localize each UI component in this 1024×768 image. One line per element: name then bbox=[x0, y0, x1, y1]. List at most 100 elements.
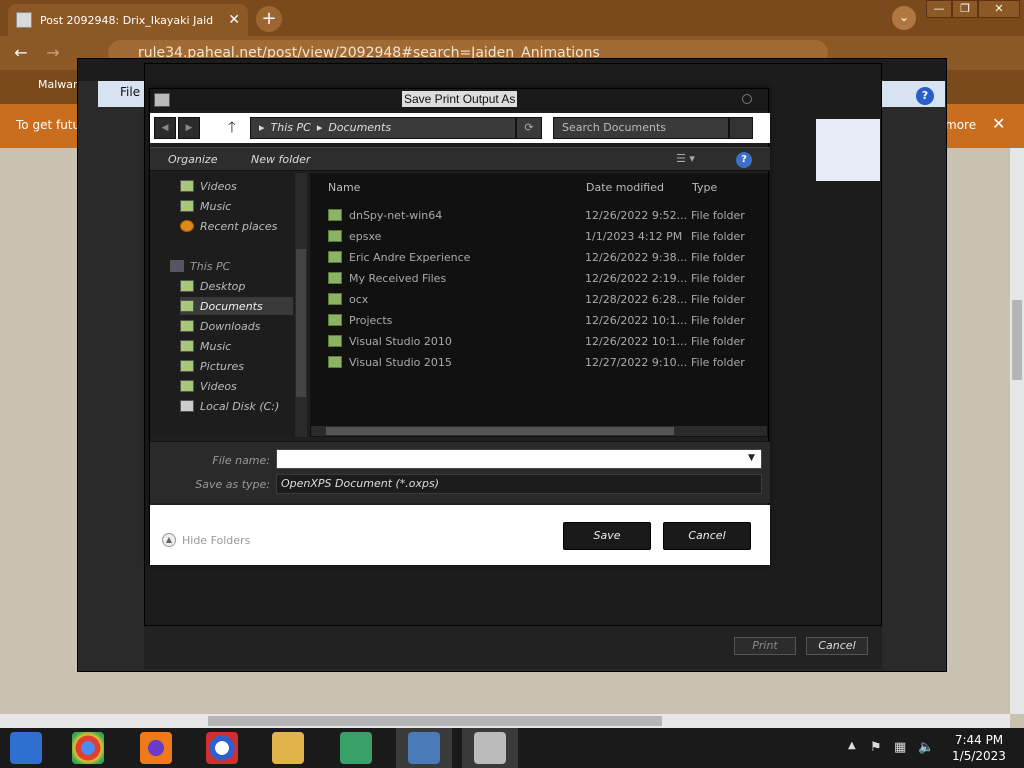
info-close-icon[interactable]: ✕ bbox=[992, 114, 1005, 133]
chevron-up-icon: ▲ bbox=[162, 533, 176, 547]
up-folder-icon[interactable]: 🡑 bbox=[228, 117, 236, 142]
save-dialog: Save Print Output As ◀ ▶ 🡑 ▸ This PC ▸ Docu… bbox=[149, 88, 770, 565]
page-vertical-scrollbar[interactable] bbox=[1010, 148, 1024, 714]
network-icon[interactable]: ▦ bbox=[894, 740, 906, 755]
file-type: File folder bbox=[691, 229, 745, 243]
file-name-input[interactable] bbox=[276, 449, 762, 469]
file-row[interactable]: dnSpy-net-win64 12/26/2022 9:52... File fo… bbox=[326, 205, 762, 225]
save-button[interactable]: Save bbox=[563, 522, 651, 550]
nav-item-documents[interactable]: Documents bbox=[180, 297, 293, 315]
system-clock[interactable]: 7:44 PM 1/5/2023 bbox=[944, 732, 1014, 764]
file-name: ocx bbox=[349, 292, 369, 306]
view-options-icon[interactable]: ☰ ▾ bbox=[676, 152, 695, 165]
nav-item-label: Videos bbox=[200, 379, 237, 393]
nav-item-downloads[interactable]: Downloads bbox=[180, 317, 260, 335]
file-row[interactable]: Eric Andre Experience 12/26/2022 9:38... F… bbox=[326, 247, 762, 267]
back-icon[interactable]: ◀ bbox=[154, 117, 176, 139]
file-row[interactable]: epsxe 1/1/2023 4:12 PM File folder bbox=[326, 226, 762, 246]
bookmark-item[interactable]: Malwar bbox=[38, 78, 78, 91]
chrome-icon[interactable] bbox=[72, 732, 104, 764]
nav-item-pictures[interactable]: Pictures bbox=[180, 357, 244, 375]
nav-item-label: This PC bbox=[190, 259, 231, 273]
browser-tab[interactable]: Post 2092948: Drix_Ikayaki Jaid ✕ bbox=[8, 4, 248, 36]
tray-expand-icon[interactable]: ▲ bbox=[848, 740, 856, 751]
file-list-scroll-thumb[interactable] bbox=[326, 427, 674, 435]
nav-item-label: Downloads bbox=[200, 319, 261, 333]
desktop-icon bbox=[180, 280, 194, 292]
dialog-close-icon[interactable] bbox=[742, 94, 752, 104]
nav-item-videos[interactable]: Videos bbox=[180, 377, 237, 395]
nav-item-music[interactable]: Music bbox=[180, 197, 231, 215]
help-icon[interactable]: ? bbox=[736, 152, 752, 168]
image-viewer-icon[interactable] bbox=[408, 732, 440, 764]
nav-item-recent-places[interactable]: Recent places bbox=[180, 217, 277, 235]
help-icon[interactable]: ? bbox=[916, 87, 934, 105]
flag-icon[interactable]: ⚑ bbox=[870, 740, 882, 755]
tab-close-icon[interactable]: ✕ bbox=[228, 12, 240, 28]
column-header-name[interactable]: Name bbox=[328, 181, 360, 194]
search-input[interactable]: Search Documents bbox=[553, 117, 729, 139]
printer-icon[interactable] bbox=[474, 732, 506, 764]
save-type-select[interactable]: OpenXPS Document (*.oxps) bbox=[276, 474, 762, 494]
tab-search-button[interactable]: ⌄ bbox=[892, 6, 916, 30]
music-icon bbox=[180, 340, 194, 352]
disk-icon bbox=[180, 400, 194, 412]
cancel-button[interactable]: Cancel bbox=[663, 522, 751, 550]
refresh-icon[interactable]: ⟳ bbox=[516, 117, 542, 139]
file-name: Eric Andre Experience bbox=[349, 250, 471, 264]
documents-icon bbox=[180, 300, 194, 312]
nav-item-music[interactable]: Music bbox=[180, 337, 231, 355]
chevron-down-icon[interactable]: ▼ bbox=[748, 453, 755, 463]
file-name: dnSpy-net-win64 bbox=[349, 208, 443, 222]
file-row[interactable]: ocx 12/28/2022 6:28... File folder bbox=[326, 289, 762, 309]
file-row[interactable]: Projects 12/26/2022 10:1... File folder bbox=[326, 310, 762, 330]
window-minimize-button[interactable]: — bbox=[926, 0, 952, 18]
file-row[interactable]: Visual Studio 2015 12/27/2022 9:10... File… bbox=[326, 352, 762, 372]
volume-icon[interactable]: 🔈 bbox=[918, 740, 934, 755]
dialog-title: Save Print Output As bbox=[402, 91, 518, 107]
firefox-icon[interactable] bbox=[140, 732, 172, 764]
column-header-date[interactable]: Date modified bbox=[586, 181, 664, 194]
info-more-link[interactable]: more bbox=[945, 118, 976, 132]
breadcrumb-item[interactable]: Documents bbox=[328, 121, 391, 134]
window-maximize-button[interactable]: ❐ bbox=[952, 0, 978, 18]
computer-icon bbox=[170, 260, 184, 272]
breadcrumb-item[interactable]: This PC bbox=[271, 121, 311, 134]
hide-folders-button[interactable]: ▲ Hide Folders bbox=[162, 533, 250, 547]
network-users-icon[interactable] bbox=[340, 732, 372, 764]
folder-icon bbox=[180, 200, 194, 212]
page-vertical-scroll-thumb[interactable] bbox=[1012, 300, 1022, 380]
forward-icon[interactable]: ▶ bbox=[178, 117, 200, 139]
folder-icon bbox=[328, 293, 342, 305]
window-close-button[interactable]: ✕ bbox=[978, 0, 1020, 18]
column-header-type[interactable]: Type bbox=[692, 181, 717, 194]
file-menu[interactable]: File bbox=[120, 85, 140, 99]
new-folder-button[interactable]: New folder bbox=[251, 153, 310, 166]
back-arrow-icon[interactable]: ← bbox=[10, 42, 32, 64]
address-row: ◀ ▶ 🡑 ▸ This PC ▸ Documents ⟳ Search Docume… bbox=[150, 113, 770, 143]
new-tab-button[interactable]: + bbox=[256, 6, 282, 32]
obama-logo-icon[interactable] bbox=[206, 732, 238, 764]
nav-pane-scroll-thumb[interactable] bbox=[296, 249, 306, 397]
media-player-icon[interactable] bbox=[10, 732, 42, 764]
search-icon[interactable] bbox=[729, 117, 753, 139]
navigation-pane: Videos Music Recent places This PC Deskt… bbox=[150, 173, 295, 437]
nav-item-desktop[interactable]: Desktop bbox=[180, 277, 245, 295]
file-name: Visual Studio 2010 bbox=[349, 334, 452, 348]
clock-date: 1/5/2023 bbox=[952, 749, 1006, 763]
folder-icon bbox=[180, 180, 194, 192]
print-button[interactable]: Print bbox=[734, 637, 796, 655]
folder-icon bbox=[328, 356, 342, 368]
file-name: Visual Studio 2015 bbox=[349, 355, 452, 369]
breadcrumb[interactable]: ▸ This PC ▸ Documents bbox=[250, 117, 516, 139]
organize-button[interactable]: Organize bbox=[168, 153, 217, 166]
forward-arrow-icon[interactable]: → bbox=[42, 42, 64, 64]
print-cancel-button[interactable]: Cancel bbox=[806, 637, 868, 655]
nav-item-this-pc[interactable]: This PC bbox=[170, 257, 230, 275]
nav-item-videos[interactable]: Videos bbox=[180, 177, 237, 195]
file-explorer-icon[interactable] bbox=[272, 732, 304, 764]
nav-item-local-disk[interactable]: Local Disk (C:) bbox=[180, 397, 279, 415]
page-horizontal-scroll-thumb[interactable] bbox=[208, 716, 662, 726]
file-row[interactable]: My Received Files 12/26/2022 2:19... File … bbox=[326, 268, 762, 288]
file-row[interactable]: Visual Studio 2010 12/26/2022 10:1... File… bbox=[326, 331, 762, 351]
